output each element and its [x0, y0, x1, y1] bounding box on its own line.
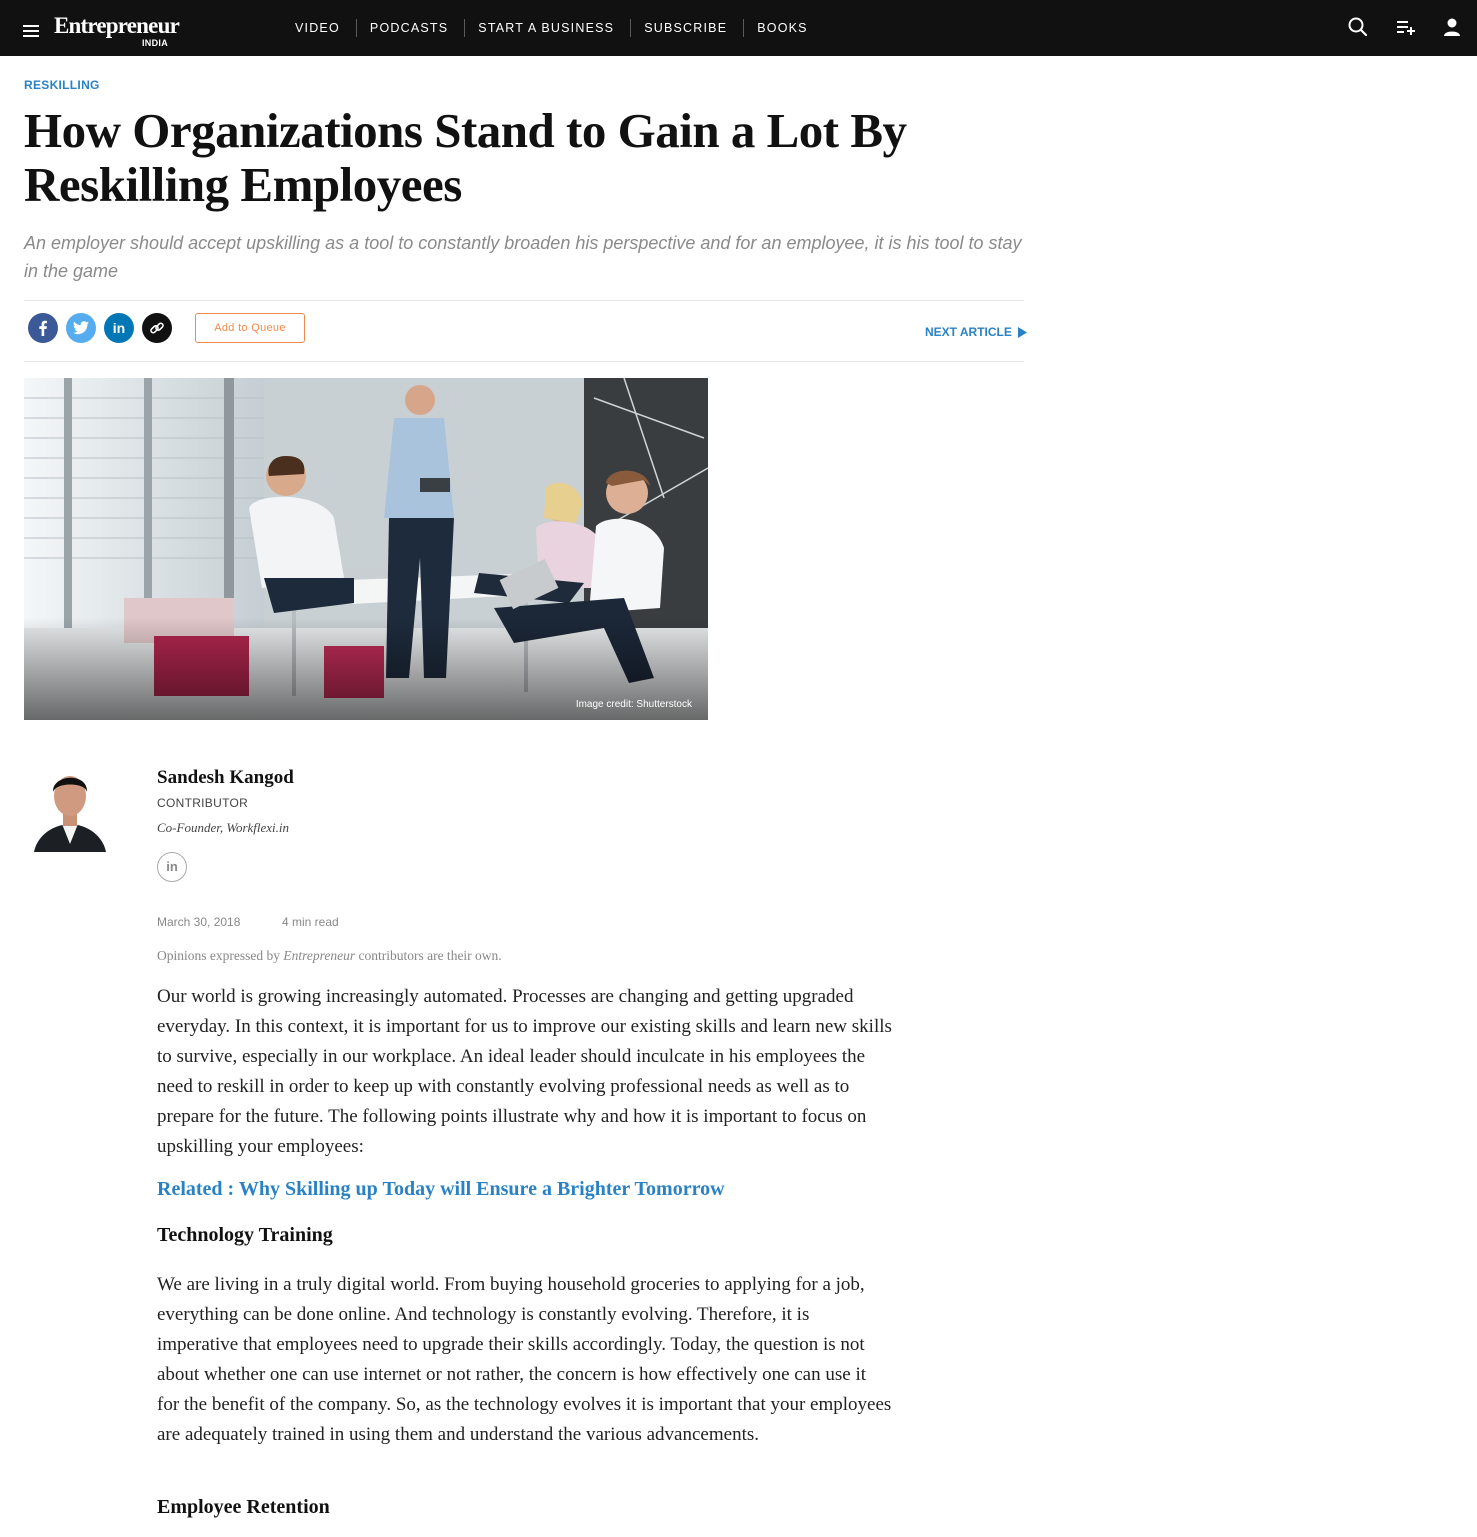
next-article-link[interactable]: NEXT ARTICLE [925, 325, 1027, 339]
facebook-icon [39, 320, 47, 336]
facebook-share-button[interactable] [28, 313, 58, 343]
section-heading-employee-retention: Employee Retention [157, 1496, 330, 1518]
author-photo [28, 762, 112, 854]
nav-video[interactable]: VIDEO [282, 19, 357, 37]
linkedin-icon: in [112, 320, 126, 336]
user-icon[interactable] [1441, 16, 1463, 38]
publish-date: March 30, 2018 [157, 915, 241, 929]
author-role: CONTRIBUTOR [157, 796, 249, 810]
disclaimer-brand: Entrepreneur [283, 948, 356, 963]
nav-start-a-business[interactable]: START A BUSINESS [465, 19, 632, 37]
link-icon [150, 322, 164, 334]
search-icon[interactable] [1347, 16, 1369, 38]
site-logo[interactable]: Entrepreneur INDIA [54, 13, 180, 49]
related-article-link[interactable]: Related : Why Skilling up Today will Ens… [157, 1178, 725, 1201]
author-name[interactable]: Sandesh Kangod [157, 767, 294, 789]
article-subtitle: An employer should accept upskilling as … [24, 233, 1022, 281]
main-nav: VIDEO PODCASTS START A BUSINESS SUBSCRIB… [282, 0, 824, 56]
contributor-disclaimer: Opinions expressed by Entrepreneur contr… [157, 948, 502, 964]
add-to-queue-button[interactable]: Add to Queue [195, 313, 305, 343]
image-credit: Image credit: Shutterstock [575, 699, 692, 710]
divider-top [24, 300, 1024, 301]
author-bio: Co-Founder, Workflexi.in [157, 820, 290, 835]
body-paragraph-1: Our world is growing increasingly automa… [157, 986, 892, 1157]
nav-subscribe[interactable]: SUBSCRIBE [631, 19, 745, 37]
copy-link-button[interactable] [142, 313, 172, 343]
nav-books[interactable]: BOOKS [744, 19, 823, 37]
top-navigation-bar: Entrepreneur INDIA VIDEO PODCASTS START … [0, 0, 1477, 56]
author-linkedin-button[interactable]: in [157, 852, 187, 882]
office-meeting-illustration [24, 378, 708, 720]
article-title: How Organizations Stand to Gain a Lot By… [24, 103, 907, 212]
play-arrow-icon [1017, 326, 1027, 338]
read-time: 4 min read [282, 915, 339, 929]
author-avatar[interactable] [28, 762, 112, 854]
linkedin-share-button[interactable]: in [104, 313, 134, 343]
body-paragraph-2: We are living in a truly digital world. … [157, 1274, 892, 1445]
hero-image: Image credit: Shutterstock [24, 378, 708, 720]
twitter-share-button[interactable] [66, 313, 96, 343]
linkedin-icon: in [166, 859, 178, 874]
divider-bottom [24, 361, 1024, 362]
next-article-label: NEXT ARTICLE [925, 325, 1012, 339]
twitter-icon [73, 321, 89, 335]
disclaimer-prefix: Opinions expressed by [157, 948, 284, 963]
disclaimer-suffix: contributors are their own. [355, 948, 502, 963]
section-heading-technology-training: Technology Training [157, 1224, 333, 1246]
category-label[interactable]: RESKILLING [24, 78, 100, 92]
queue-add-icon[interactable] [1395, 16, 1417, 38]
logo-subtext: INDIA [142, 38, 168, 48]
nav-podcasts[interactable]: PODCASTS [357, 19, 466, 37]
menu-icon[interactable] [23, 25, 39, 37]
logo-text: Entrepreneur [54, 13, 180, 38]
